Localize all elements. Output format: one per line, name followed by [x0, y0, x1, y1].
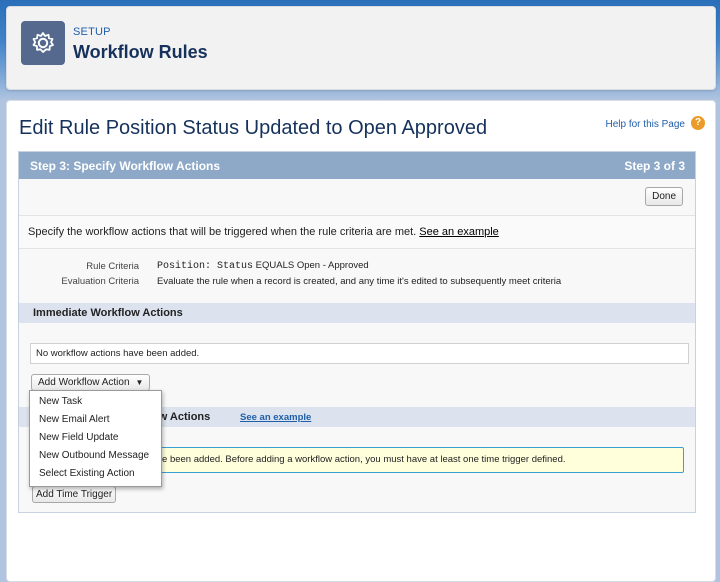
add-workflow-action-label: Add Workflow Action [38, 377, 130, 388]
chevron-down-icon: ▼ [135, 378, 144, 387]
step-count: Step 3 of 3 [624, 158, 685, 173]
rule-criteria-label: Rule Criteria [86, 261, 139, 272]
button-row: Done [19, 179, 695, 216]
app-title: Workflow Rules [73, 42, 208, 62]
workflow-action-menu: New Task New Email Alert New Field Updat… [29, 390, 162, 487]
immediate-actions-empty: No workflow actions have been added. [30, 343, 689, 364]
instructions-text: Specify the workflow actions that will b… [28, 226, 417, 238]
see-example-link[interactable]: See an example [419, 226, 499, 238]
menu-item-new-email-alert[interactable]: New Email Alert [30, 411, 161, 429]
help-icon[interactable]: ? [691, 116, 705, 130]
main-panel: Edit Rule Position Status Updated to Ope… [6, 100, 716, 582]
time-example-link[interactable]: See an example [240, 412, 311, 423]
add-time-trigger-button[interactable]: Add Time Trigger [32, 486, 117, 503]
rule-criteria-value: EQUALS Open - Approved [255, 260, 369, 271]
help-link[interactable]: Help for this Page [606, 119, 686, 130]
add-workflow-action-button[interactable]: Add Workflow Action ▼ [31, 374, 151, 391]
instructions: Specify the workflow actions that will b… [19, 216, 695, 249]
step-header: Step 3: Specify Workflow Actions Step 3 … [19, 152, 695, 179]
page-header: SETUP Workflow Rules [6, 6, 716, 90]
time-trigger-warning-text: ave been added. Before adding a workflow… [152, 454, 566, 465]
step-title: Step 3: Specify Workflow Actions [30, 158, 221, 173]
rule-criteria-field: Position: Status [157, 261, 254, 272]
evaluation-criteria-label: Evaluation Criteria [61, 276, 139, 287]
menu-item-new-field-update[interactable]: New Field Update [30, 429, 161, 447]
gear-icon [21, 21, 65, 65]
rule-criteria-block: Rule Criteria Position: Status EQUALS Op… [19, 249, 695, 303]
immediate-actions-header: Immediate Workflow Actions [19, 303, 695, 323]
immediate-actions-heading: Immediate Workflow Actions [33, 307, 183, 319]
menu-item-new-outbound-message[interactable]: New Outbound Message [30, 447, 161, 465]
done-button[interactable]: Done [645, 187, 683, 206]
setup-breadcrumb: SETUP [73, 26, 111, 38]
page-title: Edit Rule Position Status Updated to Ope… [19, 117, 488, 139]
menu-item-select-existing-action[interactable]: Select Existing Action [30, 465, 161, 483]
evaluation-criteria-value: Evaluate the rule when a record is creat… [157, 276, 562, 287]
menu-item-new-task[interactable]: New Task [30, 393, 161, 411]
